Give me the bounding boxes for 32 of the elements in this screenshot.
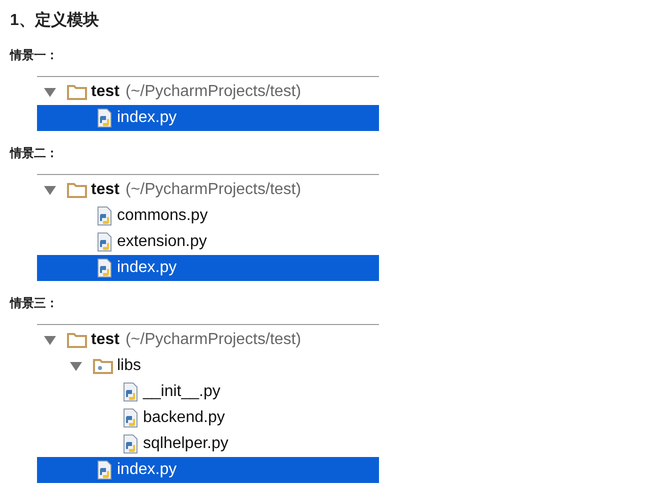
package-folder-icon: [93, 358, 113, 374]
scenario-label: 情景二：: [10, 145, 59, 162]
expand-arrow-icon[interactable]: [69, 359, 83, 373]
selected-tree-row[interactable]: index.py: [37, 457, 379, 483]
expand-arrow-icon[interactable]: [43, 333, 57, 347]
python-file-icon: [97, 206, 113, 226]
python-file-icon: [97, 232, 113, 252]
section-heading: 1、定义模块: [10, 10, 100, 31]
tree-row[interactable]: test (~/PycharmProjects/test): [37, 177, 379, 203]
python-file-icon: [123, 382, 139, 402]
selected-tree-row[interactable]: index.py: [37, 105, 379, 131]
tree-row[interactable]: libs: [37, 353, 379, 379]
scenario-label: 情景三：: [10, 295, 59, 312]
scenario-label: 情景一：: [10, 47, 59, 64]
tree-row[interactable]: __init__.py: [37, 379, 379, 405]
tree-row[interactable]: backend.py: [37, 405, 379, 431]
expand-arrow-icon[interactable]: [43, 183, 57, 197]
python-file-icon: [123, 434, 139, 454]
folder-icon: [67, 84, 87, 100]
tree-row[interactable]: test (~/PycharmProjects/test): [37, 79, 379, 105]
tree-row[interactable]: extension.py: [37, 229, 379, 255]
folder-icon: [67, 332, 87, 348]
tree-row[interactable]: commons.py: [37, 203, 379, 229]
python-file-icon: [97, 460, 113, 480]
python-file-icon: [97, 108, 113, 128]
python-file-icon: [123, 408, 139, 428]
python-file-icon: [97, 258, 113, 278]
expand-arrow-icon[interactable]: [43, 85, 57, 99]
tree-row[interactable]: sqlhelper.py: [37, 431, 379, 457]
tree-row[interactable]: test (~/PycharmProjects/test): [37, 327, 379, 353]
folder-icon: [67, 182, 87, 198]
selected-tree-row[interactable]: index.py: [37, 255, 379, 281]
